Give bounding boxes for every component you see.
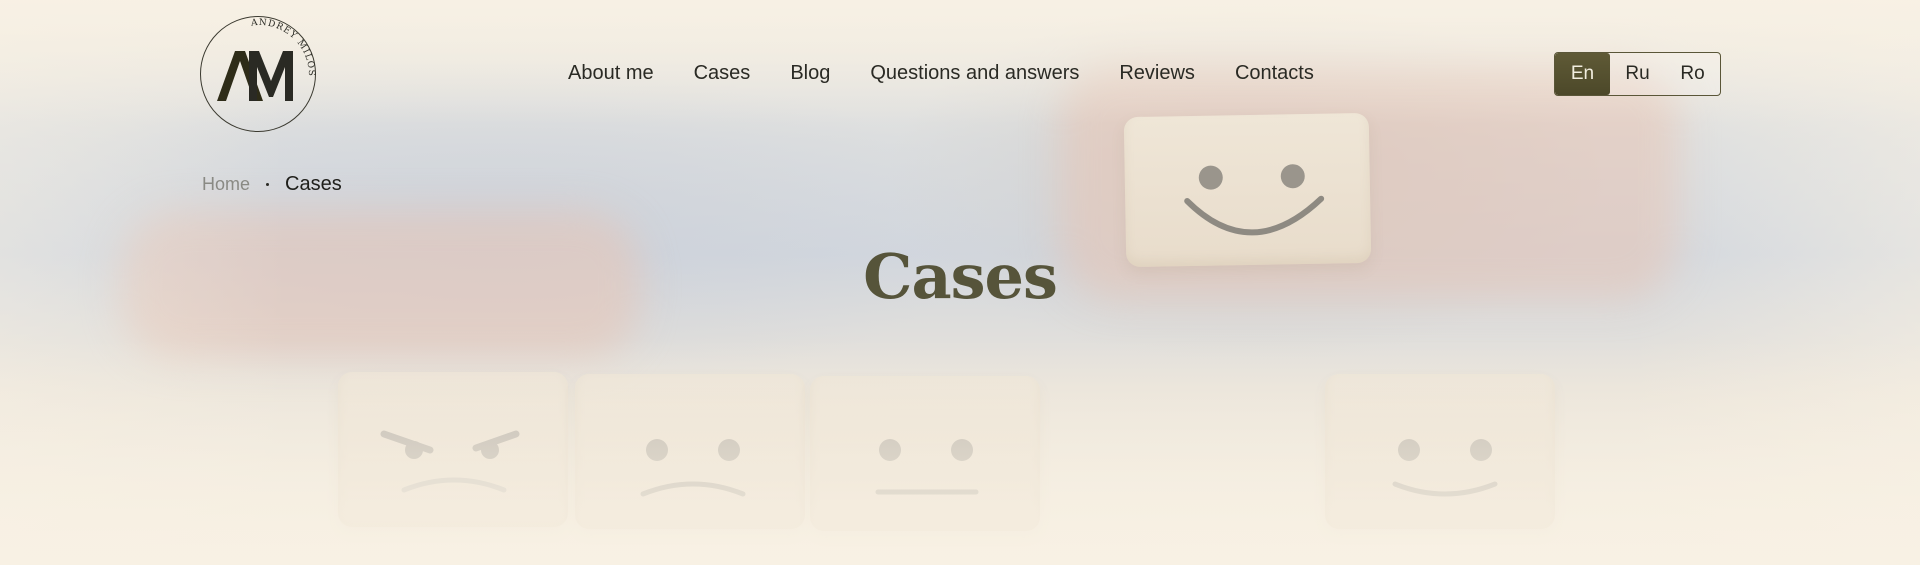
- breadcrumb-separator: [266, 183, 270, 186]
- language-switcher: En Ru Ro: [1554, 52, 1721, 96]
- page-title: Cases: [863, 240, 1058, 313]
- breadcrumb: Home Cases: [202, 173, 342, 196]
- nav-questions-and-answers[interactable]: Questions and answers: [870, 62, 1079, 85]
- nav-about-me[interactable]: About me: [568, 62, 654, 85]
- lang-ro-button[interactable]: Ro: [1665, 53, 1720, 95]
- nav-contacts[interactable]: Contacts: [1235, 62, 1314, 85]
- site-logo[interactable]: ANDREY MILOSTIA: [200, 16, 316, 132]
- breadcrumb-current: Cases: [285, 173, 342, 195]
- nav-cases[interactable]: Cases: [694, 62, 751, 85]
- breadcrumb-home-link[interactable]: Home: [202, 174, 250, 195]
- nav-reviews[interactable]: Reviews: [1119, 62, 1195, 85]
- main-nav: About me Cases Blog Questions and answer…: [568, 58, 1314, 88]
- lang-en-button[interactable]: En: [1555, 53, 1610, 95]
- lang-ru-button[interactable]: Ru: [1610, 53, 1665, 95]
- logo-monogram-icon: ANDREY MILOSTIA: [201, 17, 315, 101]
- nav-blog[interactable]: Blog: [790, 62, 830, 85]
